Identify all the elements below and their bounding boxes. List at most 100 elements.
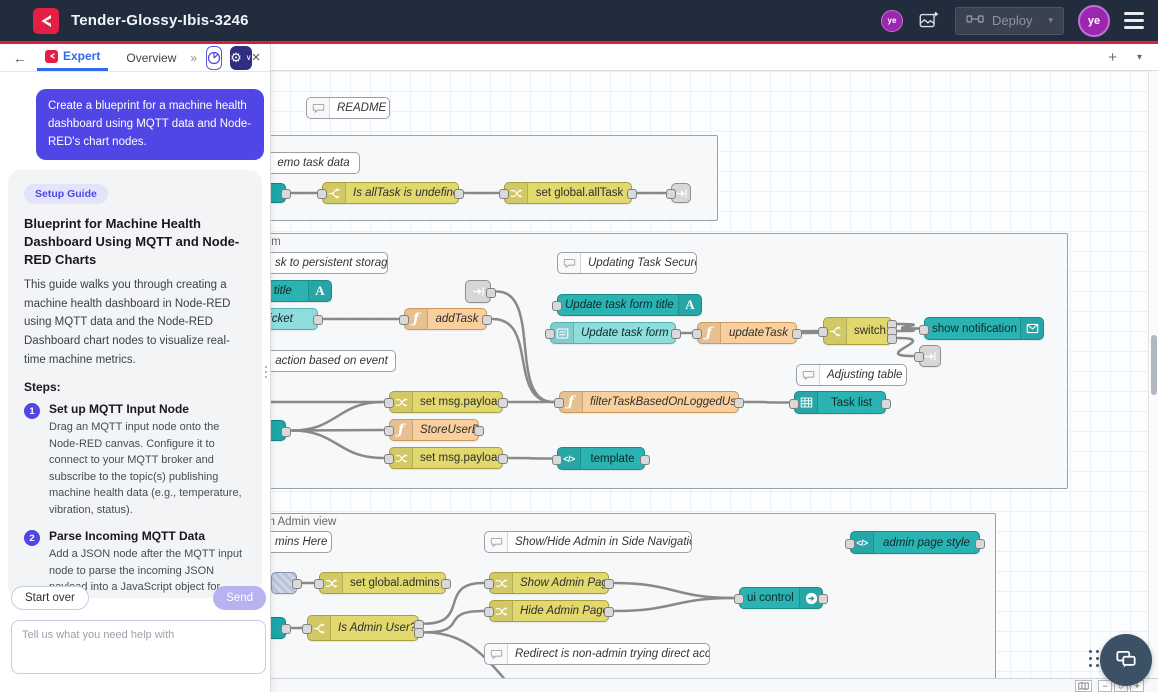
port-in[interactable] — [484, 579, 494, 589]
team-avatar[interactable]: ye — [881, 10, 903, 32]
deploy-caret-icon[interactable]: ▾ — [1048, 15, 1053, 26]
node-adminstyle[interactable]: </>admin page style — [850, 531, 980, 554]
port-out[interactable] — [474, 426, 484, 436]
node-hideadmin[interactable]: Hide Admin Page — [489, 600, 609, 622]
node-form-title-stub[interactable]: Am title — [270, 280, 332, 302]
port-out[interactable] — [313, 315, 323, 325]
send-button[interactable]: Send — [213, 586, 266, 610]
node-stub1[interactable] — [270, 183, 286, 203]
node-storeuser[interactable]: ƒStoreUserData — [389, 419, 479, 441]
node-upd-title[interactable]: AUpdate task form title — [557, 294, 702, 316]
chat-button[interactable] — [1100, 634, 1152, 686]
node-admins-here-comment[interactable]: mins Here — [270, 531, 332, 553]
port-in[interactable] — [302, 624, 312, 634]
node-setmsg2[interactable]: set msg.payload — [389, 447, 503, 469]
node-isalltask[interactable]: Is allTask is undefined — [322, 182, 459, 204]
node-setadmins[interactable]: set global.admins — [319, 572, 446, 594]
port-out[interactable] — [482, 315, 492, 325]
port-in[interactable] — [384, 426, 394, 436]
port-in[interactable] — [914, 352, 924, 362]
drag-handle-icon[interactable] — [1089, 650, 1100, 668]
port-out[interactable] — [640, 455, 650, 465]
node-stub2[interactable] — [270, 420, 286, 441]
port-out[interactable] — [292, 579, 302, 589]
node-redirect-comment[interactable]: Redirect is non-admin trying direct acce… — [484, 643, 710, 665]
port-in[interactable] — [384, 398, 394, 408]
port-out[interactable] — [975, 539, 985, 549]
port-out[interactable] — [281, 189, 291, 199]
node-setalltask[interactable]: set global.allTask — [504, 182, 632, 204]
port-out[interactable] — [281, 427, 291, 437]
port-out[interactable] — [454, 189, 464, 199]
node-updform[interactable]: Update task form — [550, 322, 676, 344]
node-template[interactable]: </>template — [557, 447, 645, 470]
settings-dropdown-button[interactable]: ⚙ ∨ — [230, 46, 252, 70]
port-in[interactable] — [734, 594, 744, 604]
node-ticket[interactable]: icket — [270, 308, 318, 330]
tab-overview[interactable]: Overview — [118, 44, 184, 71]
node-demo-task-data[interactable]: emo task data — [270, 152, 360, 174]
minimap-button[interactable] — [1075, 680, 1092, 692]
start-over-button[interactable]: Start over — [11, 586, 89, 610]
port-out[interactable] — [604, 579, 614, 589]
port-in[interactable] — [317, 189, 327, 199]
port-in[interactable] — [845, 539, 855, 549]
node-filter[interactable]: ƒfilterTaskBasedOnLoggedUser — [559, 391, 739, 413]
port-in[interactable] — [919, 325, 929, 335]
tab-expert[interactable]: Expert — [37, 44, 108, 71]
port-out[interactable] — [671, 329, 681, 339]
port-out[interactable] — [498, 454, 508, 464]
port-in[interactable] — [384, 454, 394, 464]
port-in[interactable] — [499, 189, 509, 199]
flowfuse-logo-icon[interactable] — [33, 8, 59, 34]
node-showadmin[interactable]: Show Admin Page — [489, 572, 609, 594]
port-out[interactable] — [604, 607, 614, 617]
node-addtask[interactable]: ƒaddTask — [404, 308, 487, 330]
user-avatar[interactable]: ye — [1078, 5, 1110, 37]
close-icon[interactable]: × — [252, 49, 261, 66]
node-linkout2[interactable] — [919, 345, 941, 367]
port-out[interactable] — [441, 579, 451, 589]
port-in[interactable] — [399, 315, 409, 325]
port-in[interactable] — [789, 399, 799, 409]
node-linkout1[interactable] — [671, 183, 691, 203]
node-linkmid[interactable] — [465, 280, 491, 303]
port-in[interactable] — [552, 455, 562, 465]
port-out[interactable] — [498, 398, 508, 408]
port-in[interactable] — [552, 301, 562, 311]
port-out[interactable] — [281, 624, 291, 634]
pie-chart-button[interactable] — [206, 46, 222, 70]
zoom-out-button[interactable]: − — [1098, 680, 1112, 692]
deploy-button[interactable]: Deploy ▾ — [955, 7, 1064, 35]
port-out[interactable] — [486, 288, 496, 298]
port-in[interactable] — [545, 329, 555, 339]
node-updatetask[interactable]: ƒupdateTask — [697, 322, 797, 344]
port-in[interactable] — [692, 329, 702, 339]
port-in[interactable] — [314, 579, 324, 589]
vertical-scrollbar[interactable] — [1148, 71, 1158, 678]
node-isadmin[interactable]: Is Admin User? — [307, 615, 419, 641]
flow-canvas[interactable]: ystemstem Admin viewREADMEemo task dataI… — [270, 71, 1148, 678]
node-uicontrol[interactable]: ui control — [739, 587, 823, 609]
node-readme[interactable]: README — [306, 97, 390, 119]
menu-icon[interactable] — [1124, 12, 1144, 29]
assistant-input[interactable] — [11, 620, 266, 674]
ai-image-sparkle-icon[interactable] — [917, 9, 941, 33]
node-stub3[interactable] — [270, 617, 286, 639]
back-icon[interactable]: ← — [13, 50, 27, 66]
node-tasklist[interactable]: Task list — [794, 391, 886, 414]
node-updating-securely-comment[interactable]: Updating Task Securely — [557, 252, 697, 274]
port-in[interactable] — [818, 327, 828, 337]
node-action-event-comment[interactable]: action based on event — [270, 350, 396, 372]
add-flow-icon[interactable]: + — [1108, 49, 1117, 66]
port-out[interactable] — [627, 189, 637, 199]
port-in[interactable] — [554, 398, 564, 408]
port-out[interactable] — [881, 399, 891, 409]
node-hatched[interactable] — [271, 572, 297, 594]
port-in[interactable] — [484, 607, 494, 617]
node-shownotif[interactable]: show notification — [924, 317, 1044, 340]
more-tabs-icon[interactable]: » — [190, 51, 197, 65]
port-out[interactable] — [818, 594, 828, 604]
port-out[interactable] — [734, 398, 744, 408]
node-adjusting-table-comment[interactable]: Adjusting table — [796, 364, 907, 386]
